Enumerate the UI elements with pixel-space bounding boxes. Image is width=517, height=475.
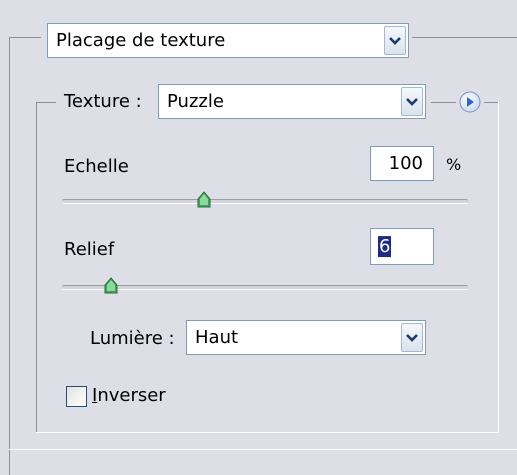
scale-unit: % [446, 155, 462, 174]
chevron-down-icon [406, 97, 418, 106]
relief-label: Relief [64, 239, 115, 260]
inner-frame-top-mid [431, 102, 456, 103]
light-select[interactable]: Haut [186, 320, 426, 355]
invert-checkbox[interactable] [66, 386, 87, 407]
scale-label: Echelle [64, 156, 129, 177]
inner-frame-left [36, 102, 37, 432]
relief-slider-thumb[interactable] [104, 277, 118, 299]
inner-frame-bottom [36, 432, 499, 433]
texture-label: Texture : [64, 91, 142, 112]
relief-slider-track[interactable] [62, 285, 468, 290]
relief-input-value: 6 [378, 235, 392, 257]
relief-input[interactable]: 6 [370, 228, 434, 265]
scale-slider-thumb[interactable] [197, 191, 211, 213]
chevron-down-icon [389, 36, 401, 45]
light-select-value: Haut [195, 326, 239, 348]
invert-label-rest: nverser [97, 385, 166, 406]
texture-select-button[interactable] [401, 87, 423, 116]
light-select-button[interactable] [401, 323, 423, 352]
scale-input-value: 100 [388, 152, 423, 174]
mapping-select-value: Placage de texture [56, 29, 226, 51]
light-label: Lumière : [90, 328, 175, 349]
scale-input[interactable]: 100 [370, 146, 434, 181]
outer-frame-top-left [9, 37, 41, 38]
texture-select[interactable]: Puzzle [158, 84, 426, 119]
texture-select-value: Puzzle [167, 90, 224, 112]
chevron-down-icon [406, 333, 418, 342]
inner-frame-top-left [36, 102, 56, 103]
outer-frame-top-right [412, 37, 517, 38]
outer-frame-bottom [9, 449, 517, 450]
inner-frame-right [498, 102, 499, 432]
outer-frame-left [9, 37, 10, 475]
invert-label[interactable]: Inverser [92, 385, 166, 406]
mapping-select[interactable]: Placage de texture [47, 23, 409, 58]
scale-slider-track[interactable] [62, 199, 468, 204]
inner-frame-top-right [484, 102, 499, 103]
mapping-select-button[interactable] [384, 26, 406, 55]
play-circle-icon[interactable] [459, 91, 481, 113]
